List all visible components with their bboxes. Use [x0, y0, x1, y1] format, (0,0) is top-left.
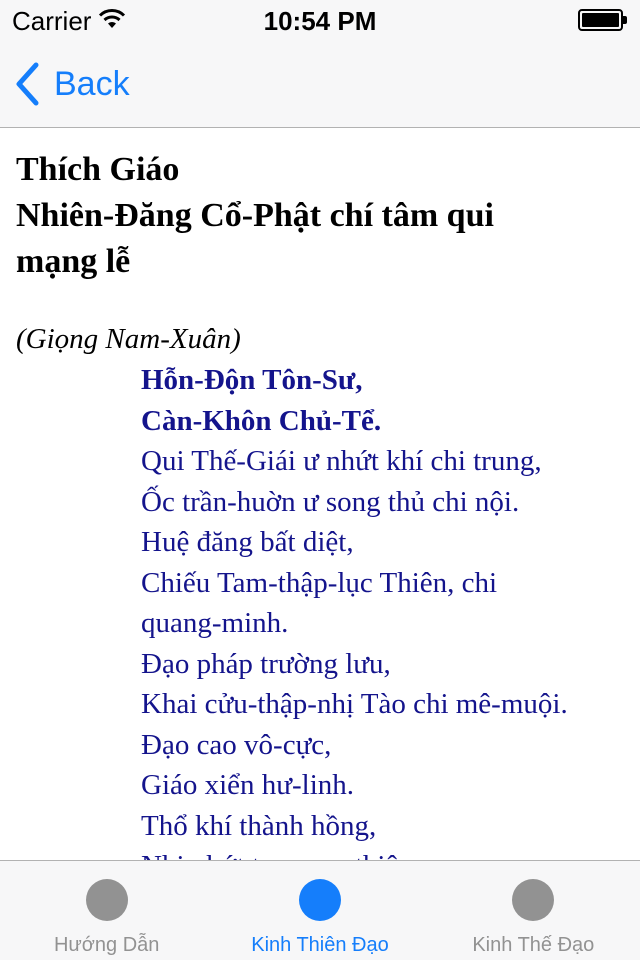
- verse-line: Hỗn-Độn Tôn-Sư,: [141, 364, 363, 396]
- verse-line: Đạo cao vô-cực,: [141, 728, 332, 761]
- navigation-bar: Back: [0, 40, 640, 128]
- title-line: Thích Giáo: [16, 151, 180, 188]
- tab-huong-dan[interactable]: Hướng Dẫn: [0, 861, 213, 960]
- circle-icon: [298, 879, 341, 921]
- verse-line: Nhi nhứt tru xang thiên,: [141, 846, 631, 860]
- page-title: Thích Giáo Nhiên-Đăng Cổ-Phật chí tâm qu…: [16, 147, 616, 285]
- verse-line: Đạo pháp trường lưu,: [141, 647, 391, 680]
- tab-label: Kinh Thế Đạo: [472, 934, 595, 956]
- tab-bar: Hướng Dẫn Kinh Thiên Đạo Kinh Thế Đạo: [0, 860, 640, 960]
- back-label: Back: [54, 65, 130, 103]
- battery-full-icon: [578, 9, 628, 31]
- status-time: 10:54 PM: [263, 6, 377, 36]
- status-bar: Carrier 10:54 PM: [0, 0, 640, 40]
- verse-line: Thổ khí thành hồng,: [141, 809, 377, 842]
- tab-label: Kinh Thiên Đạo: [251, 934, 389, 956]
- verse-block: Hỗn-Độn Tôn-Sư, Càn-Khôn Chủ-Tể. Qui Thế…: [141, 360, 631, 860]
- tab-kinh-the-dao[interactable]: Kinh Thế Đạo: [427, 861, 640, 960]
- back-button[interactable]: Back: [14, 60, 130, 108]
- verse-line: Càn-Khôn Chủ-Tể.: [141, 404, 382, 437]
- title-line: mạng lễ: [16, 243, 131, 280]
- verse-line: Khai cửu-thập-nhị Tào chi mê-muội.: [141, 688, 568, 720]
- title-line: Nhiên-Đăng Cổ-Phật chí tâm qui: [16, 197, 494, 234]
- scripture-content[interactable]: Thích Giáo Nhiên-Đăng Cổ-Phật chí tâm qu…: [0, 129, 640, 860]
- verse-line: quang-minh.: [141, 607, 289, 639]
- verse-line: Chiếu Tam-thập-lục Thiên, chi: [141, 566, 498, 599]
- verse-line: Qui Thế-Giái ư nhứt khí chi trung,: [141, 445, 542, 477]
- tab-label: Hướng Dẫn: [53, 934, 160, 956]
- verse-line: Giáo xiển hư-linh.: [141, 769, 355, 801]
- chevron-left-icon: [16, 62, 39, 106]
- verse-line: Ốc trần-huờn ư song thủ chi nội.: [141, 485, 520, 518]
- verse-line: Huệ đăng bất diệt,: [141, 526, 354, 558]
- melody-subtitle: (Giọng Nam-Xuân): [16, 323, 241, 355]
- circle-icon: [85, 879, 128, 921]
- tab-kinh-thien-dao[interactable]: Kinh Thiên Đạo: [213, 861, 426, 960]
- circle-icon: [512, 879, 555, 921]
